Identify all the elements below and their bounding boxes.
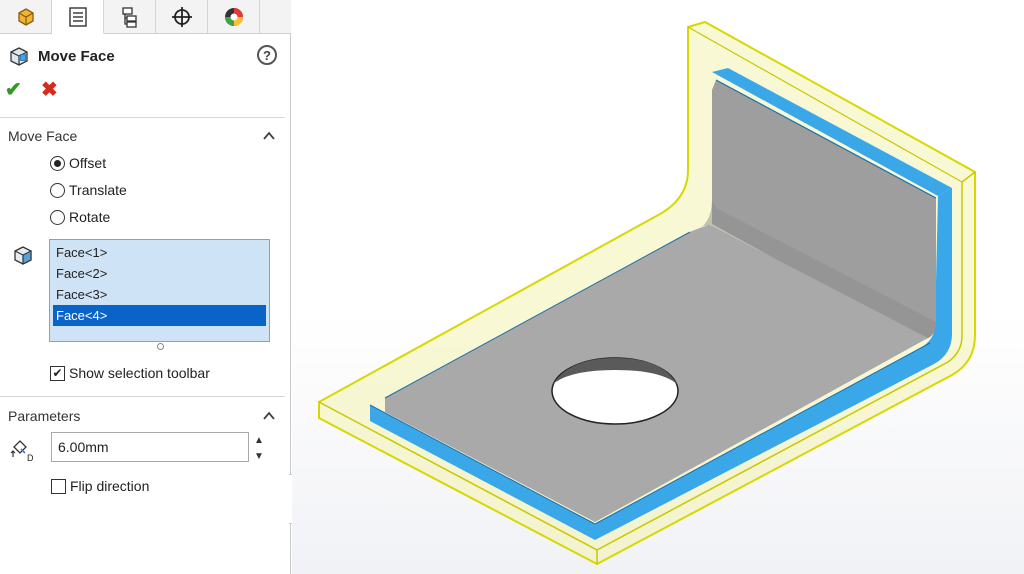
model-view <box>318 20 976 566</box>
crosshair-icon <box>171 6 192 27</box>
tab-feature-manager[interactable] <box>0 0 52 33</box>
divider <box>0 117 285 118</box>
radio-button[interactable] <box>50 182 65 198</box>
distance-input[interactable]: 6.00mm <box>51 432 249 462</box>
configuration-icon <box>121 6 137 28</box>
radio-label: Translate <box>69 182 127 198</box>
tab-dimxpert-manager[interactable] <box>156 0 208 33</box>
face-selection-list[interactable]: Face<1> Face<2> Face<3> Face<4> <box>49 239 270 342</box>
ok-button[interactable]: ✔ <box>5 80 27 100</box>
checkbox[interactable]: ✔ <box>50 365 65 381</box>
face-selection-icon <box>14 246 32 265</box>
svg-text:D: D <box>27 453 34 463</box>
distance-icon: D <box>10 440 34 463</box>
graphics-area[interactable] <box>292 0 1024 574</box>
feature-tree-icon <box>17 7 34 26</box>
radio-offset[interactable]: Offset <box>50 153 106 173</box>
appearance-icon <box>224 7 243 26</box>
radio-rotate[interactable]: Rotate <box>50 207 110 227</box>
flip-direction-checkbox[interactable]: Flip direction <box>51 476 149 496</box>
radio-label: Offset <box>69 155 107 171</box>
show-selection-toolbar-checkbox[interactable]: ✔ Show selection toolbar <box>50 363 210 383</box>
radio-translate[interactable]: Translate <box>50 180 127 200</box>
page-title: Move Face <box>38 47 115 65</box>
chevron-up-icon[interactable] <box>262 129 276 143</box>
list-item[interactable]: Face<4> <box>53 305 266 326</box>
radio-label: Rotate <box>69 209 111 225</box>
property-manager-icon <box>68 6 87 27</box>
close-icon: ✖ <box>41 79 58 101</box>
radio-button[interactable] <box>50 155 65 171</box>
list-item[interactable]: Face<2> <box>53 263 266 284</box>
checkbox-label: Flip direction <box>70 478 150 494</box>
list-item[interactable]: Face<3> <box>53 284 266 305</box>
property-manager-header: Move Face ? <box>8 43 283 69</box>
list-resize-handle[interactable] <box>157 343 164 350</box>
property-manager-panel: Move Face ? ✔ ✖ Move Face Offset Transla… <box>0 0 291 574</box>
manager-tab-bar <box>0 0 291 34</box>
list-item[interactable]: Face<1> <box>53 242 266 263</box>
checkbox-label: Show selection toolbar <box>69 365 210 381</box>
chevron-up-icon[interactable] <box>262 409 276 423</box>
tab-configuration-manager[interactable] <box>104 0 156 33</box>
divider <box>0 396 285 397</box>
group-title-parameters: Parameters <box>8 408 81 424</box>
spin-up-button[interactable]: ▲ <box>252 435 266 447</box>
help-button[interactable]: ? <box>257 45 277 65</box>
cancel-button[interactable]: ✖ <box>41 80 63 100</box>
checkmark-icon: ✔ <box>5 79 22 101</box>
spin-down-button[interactable]: ▼ <box>252 451 266 463</box>
radio-button[interactable] <box>50 209 65 225</box>
move-face-icon <box>10 47 28 66</box>
group-title-move-face: Move Face <box>8 128 78 144</box>
checkbox[interactable] <box>51 478 66 494</box>
tab-display-manager[interactable] <box>208 0 260 33</box>
tab-property-manager[interactable] <box>52 0 104 34</box>
